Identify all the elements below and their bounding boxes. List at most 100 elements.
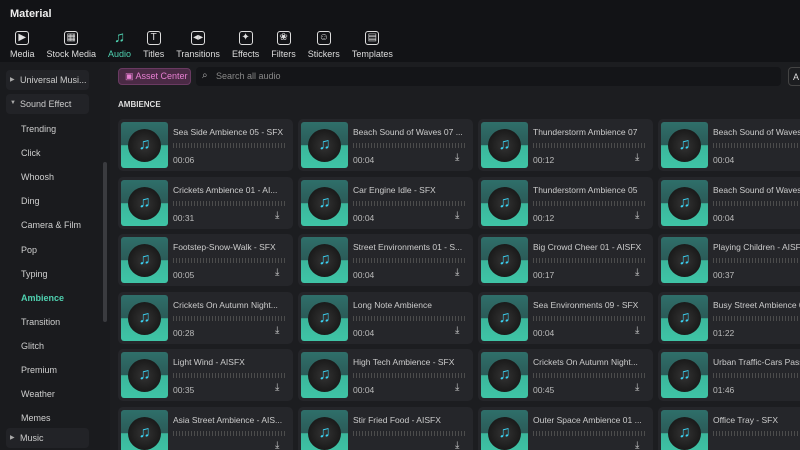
download-icon[interactable]: ⤓	[635, 325, 639, 336]
audio-card[interactable]: ♫Beach Sound of Waves 0...00:04⤓	[658, 119, 800, 171]
tab-effects[interactable]: ✦ Effects	[228, 28, 263, 62]
music-note-icon: ♫	[128, 359, 161, 393]
audio-duration: 01:22	[713, 327, 735, 338]
tab-templates[interactable]: ▤ Templates	[348, 28, 397, 62]
tab-transitions[interactable]: ◂▸ Transitions	[172, 28, 224, 62]
sidebar-item-ambience[interactable]: Ambience	[21, 293, 64, 303]
sidebar-item-premium[interactable]: Premium	[21, 365, 57, 375]
download-icon[interactable]: ⤓	[275, 210, 279, 221]
tab-titles[interactable]: T Titles	[139, 28, 168, 62]
sidebar-item-whoosh[interactable]: Whoosh	[21, 172, 54, 182]
sidebar-scrollbar[interactable]	[103, 162, 107, 322]
expand-arrow-icon: ▶	[10, 77, 15, 83]
download-icon[interactable]: ⤓	[455, 382, 459, 393]
audio-card[interactable]: ♫ Sea Environments 09 - SFX 00:04 ⤓	[478, 291, 653, 344]
download-icon[interactable]: ⤓	[635, 440, 639, 450]
expand-arrow-icon: ▶	[10, 435, 15, 441]
download-icon[interactable]: ⤓	[455, 440, 459, 450]
asset-center-button[interactable]: ▣ Asset Center	[118, 68, 191, 85]
audio-card[interactable]: ♫ Big Crowd Cheer 01 - AISFX 00:17 ⤓	[478, 234, 653, 287]
audio-card[interactable]: ♫ Beach Sound of Waves 07 ... 00:04 ⤓	[298, 119, 473, 171]
music-note-icon: ♫	[308, 359, 341, 393]
audio-card[interactable]: ♫ Long Note Ambience 00:04 ⤓	[298, 291, 473, 344]
download-icon[interactable]: ⤓	[275, 440, 279, 450]
music-note-icon: ♫	[668, 301, 701, 335]
audio-title: Big Crowd Cheer 01 - AISFX	[533, 242, 642, 253]
search-input[interactable]: ⌕ Search all audio	[196, 67, 781, 86]
audio-duration: 00:12	[533, 155, 555, 165]
download-icon[interactable]: ⤓	[275, 382, 279, 393]
sidebar-item-transition[interactable]: Transition	[21, 317, 60, 327]
sidebar-item-weather[interactable]: Weather	[21, 389, 55, 399]
audio-card[interactable]: ♫ Street Environments 01 - S... 00:04 ⤓	[298, 234, 473, 287]
tab-stock-media[interactable]: ▦ Stock Media	[43, 28, 101, 62]
sidebar-item-memes[interactable]: Memes	[21, 413, 51, 423]
tab-filters[interactable]: ❀ Filters	[267, 28, 300, 62]
audio-card[interactable]: ♫ Car Engine Idle - SFX 00:04 ⤓	[298, 176, 473, 229]
sidebar-item-glitch[interactable]: Glitch	[21, 341, 44, 351]
download-icon[interactable]: ⤓	[455, 152, 459, 163]
audio-title: Footstep-Snow-Walk - SFX	[173, 242, 276, 253]
download-icon[interactable]: ⤓	[455, 325, 459, 336]
audio-card[interactable]: ♫ Sea Side Ambience 05 - SFX 00:06	[118, 119, 293, 171]
audio-duration: 00:04	[353, 385, 375, 396]
download-icon[interactable]: ⤓	[455, 267, 459, 278]
audio-card[interactable]: ♫ Crickets On Autumn Night... 00:45 ⤓	[478, 349, 653, 402]
download-icon[interactable]: ⤓	[275, 267, 279, 278]
download-icon[interactable]: ⤓	[635, 267, 639, 278]
audio-card[interactable]: ♫ Light Wind - AISFX 00:35 ⤓	[118, 349, 293, 402]
sidebar-item-click[interactable]: Click	[21, 148, 41, 158]
audio-card[interactable]: ♫ High Tech Ambience - SFX 00:04 ⤓	[298, 349, 473, 402]
section-title: AMBIENCE	[118, 100, 161, 109]
sidebar-item-camera-film[interactable]: Camera & Film	[21, 220, 81, 230]
download-icon[interactable]: ⤓	[455, 210, 459, 221]
waveform	[533, 143, 645, 148]
tab-stickers[interactable]: ☺ Stickers	[304, 28, 344, 62]
sidebar-item-typing[interactable]: Typing	[21, 269, 48, 279]
filter-button[interactable]: A	[788, 67, 800, 86]
sidebar-item-trending[interactable]: Trending	[21, 124, 56, 134]
sidebar-group-universal-music[interactable]: ▶ Universal Musi...	[6, 70, 89, 90]
sidebar-group-sound-effect[interactable]: ▼ Sound Effect	[6, 94, 89, 114]
download-icon[interactable]: ⤓	[635, 152, 639, 163]
audio-title: Beach Sound of Waves 0...	[713, 184, 800, 195]
audio-title: Busy Street Ambience 02	[713, 299, 800, 310]
audio-card[interactable]: ♫ Thunderstorm Ambience 07 00:12 ⤓	[478, 119, 653, 171]
audio-thumbnail: ♫	[301, 352, 348, 399]
sidebar-item-pop[interactable]: Pop	[21, 245, 37, 255]
tab-media[interactable]: ▶ Media	[6, 28, 39, 62]
download-icon[interactable]: ⤓	[275, 325, 279, 336]
audio-card[interactable]: ♫ Footstep-Snow-Walk - SFX 00:05 ⤓	[118, 234, 293, 287]
music-note-icon: ♫	[488, 301, 521, 335]
audio-card[interactable]: ♫ Asia Street Ambience - AIS... ⤓	[118, 407, 293, 450]
audio-thumbnail: ♫	[661, 237, 708, 284]
audio-card[interactable]: ♫ Crickets Ambience 01 - AI... 00:31 ⤓	[118, 176, 293, 229]
tab-label: Stock Media	[46, 49, 97, 59]
audio-card[interactable]: ♫Office Tray - SFX⤓	[658, 407, 800, 450]
audio-duration: 00:06	[173, 155, 195, 165]
music-note-icon: ♫	[668, 359, 701, 393]
audio-card[interactable]: ♫Busy Street Ambience 0201:22⤓	[658, 291, 800, 344]
audio-card[interactable]: ♫ Outer Space Ambience 01 ... ⤓	[478, 407, 653, 450]
audio-icon: ♫	[113, 29, 126, 46]
tab-audio[interactable]: ♫ Audio	[104, 28, 135, 62]
music-note-icon: ♫	[128, 186, 161, 220]
waveform	[713, 200, 800, 206]
stock-media-icon: ▦	[64, 31, 79, 45]
audio-card[interactable]: ♫Beach Sound of Waves 0...00:04⤓	[658, 176, 800, 229]
waveform	[533, 373, 645, 379]
audio-card[interactable]: ♫ Crickets On Autumn Night... 00:28 ⤓	[118, 291, 293, 344]
music-note-icon: ♫	[128, 129, 161, 162]
waveform	[533, 200, 645, 206]
sidebar-group-music[interactable]: ▶ Music	[6, 428, 89, 448]
effects-icon: ✦	[238, 31, 253, 45]
audio-title: Urban Traffic-Cars Passing	[713, 357, 800, 368]
download-icon[interactable]: ⤓	[635, 382, 639, 393]
audio-thumbnail: ♫	[661, 179, 708, 226]
audio-card[interactable]: ♫Playing Children - AISFX00:37⤓	[658, 234, 800, 287]
audio-card[interactable]: ♫ Thunderstorm Ambience 05 00:12 ⤓	[478, 176, 653, 229]
audio-card[interactable]: ♫ Stir Fried Food - AISFX ⤓	[298, 407, 473, 450]
sidebar-item-ding[interactable]: Ding	[21, 196, 40, 206]
audio-card[interactable]: ♫Urban Traffic-Cars Passing01:46⤓	[658, 349, 800, 402]
download-icon[interactable]: ⤓	[635, 210, 639, 221]
